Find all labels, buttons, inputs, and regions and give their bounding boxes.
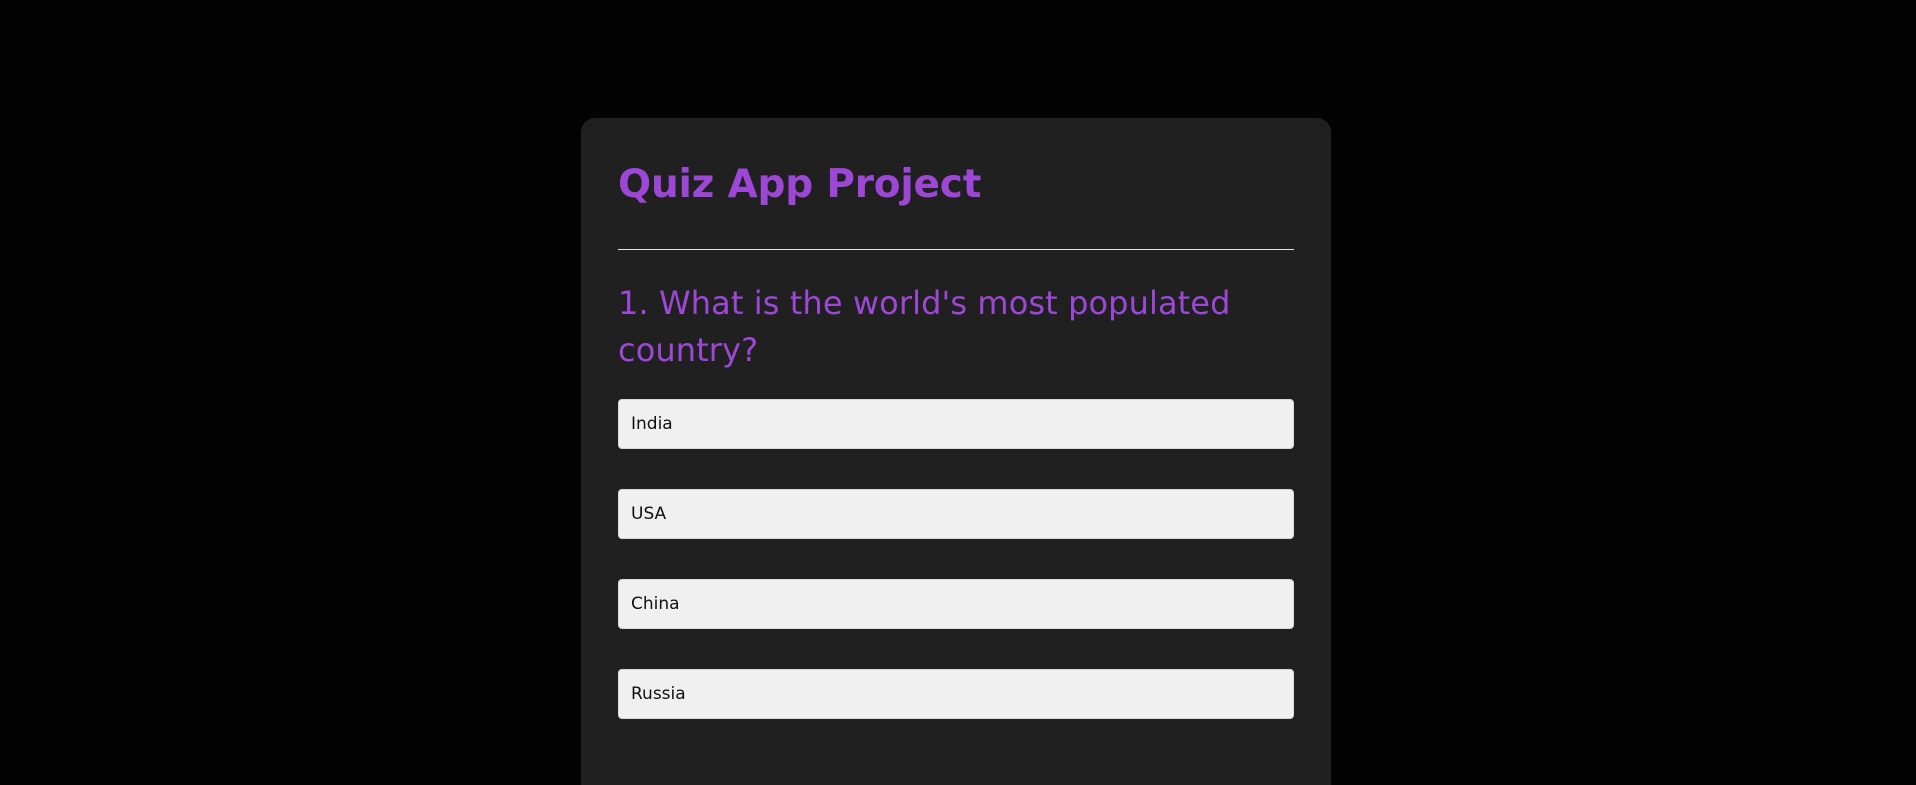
- question-text: 1. What is the world's most populated co…: [618, 284, 1231, 369]
- page: Quiz App Project 1. What is the world's …: [0, 0, 1916, 785]
- divider: [618, 249, 1294, 250]
- quiz-title: Quiz App Project: [618, 162, 982, 207]
- answer-button-india[interactable]: India: [618, 399, 1294, 449]
- quiz-card: Quiz App Project 1. What is the world's …: [581, 118, 1331, 785]
- answer-button-usa[interactable]: USA: [618, 489, 1294, 539]
- answer-button-russia[interactable]: Russia: [618, 669, 1294, 719]
- answer-list: India USA China Russia: [618, 399, 1294, 719]
- answer-button-china[interactable]: China: [618, 579, 1294, 629]
